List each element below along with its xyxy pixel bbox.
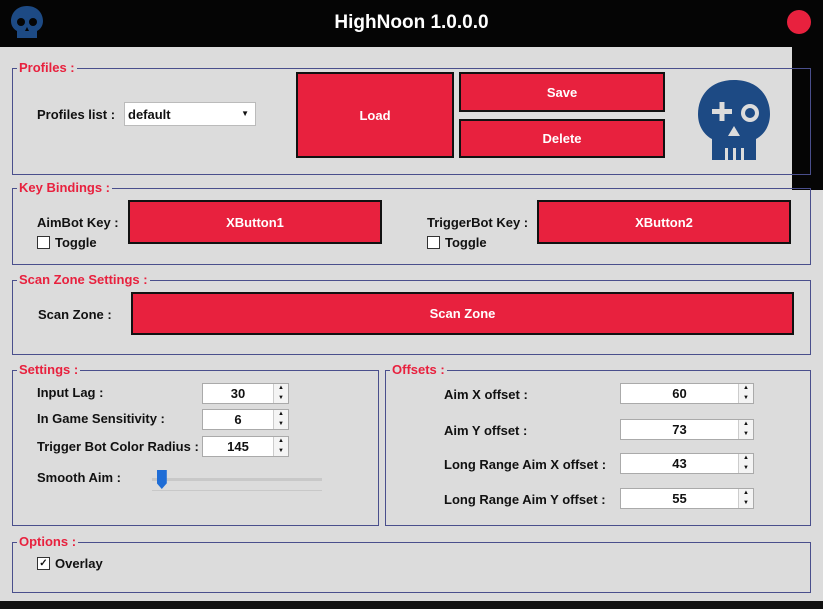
spinner-icon[interactable]: ▲ ▼ [273,410,288,429]
profiles-dropdown[interactable]: default ▼ [124,102,256,126]
options-legend: Options : [17,534,79,549]
checkmark-icon: ✓ [37,557,50,570]
triggerbot-key-label: TriggerBot Key : [427,215,529,230]
spinner-icon[interactable]: ▲ ▼ [273,384,288,403]
long-range-y-offset-value: 55 [672,491,687,506]
spinner-icon[interactable]: ▲ ▼ [273,437,288,456]
settings-legend: Settings : [17,362,81,377]
save-button[interactable]: Save [459,72,665,112]
checkbox-box [37,236,50,249]
sensitivity-label: In Game Sensitivity : [37,411,165,426]
sensitivity-stepper[interactable]: 6 ▲ ▼ [202,409,289,430]
scan-zone-label: Scan Zone : [38,307,112,322]
title-bar: HighNoon 1.0.0.0 [0,0,823,47]
input-lag-value: 30 [230,386,246,401]
long-range-y-offset-stepper[interactable]: 55 ▲ ▼ [620,488,754,509]
long-range-x-offset-value: 43 [672,456,687,471]
aimbot-key-label: AimBot Key : [37,215,119,230]
aim-x-offset-stepper[interactable]: 60 ▲ ▼ [620,383,754,404]
trigger-radius-stepper[interactable]: 145 ▲ ▼ [202,436,289,457]
overlay-label: Overlay [55,556,103,571]
triggerbot-toggle-label: Toggle [445,235,487,250]
trigger-radius-value: 145 [227,439,249,454]
close-icon[interactable] [787,10,811,34]
smooth-aim-slider-ticks [152,490,322,491]
spinner-icon[interactable]: ▲ ▼ [738,489,753,508]
long-range-x-offset-stepper[interactable]: 43 ▲ ▼ [620,453,754,474]
long-range-x-offset-label: Long Range Aim X offset : [444,457,607,472]
spinner-icon[interactable]: ▲ ▼ [738,420,753,439]
aim-x-offset-label: Aim X offset : [444,387,528,402]
key-bindings-legend: Key Bindings : [17,180,113,195]
profiles-legend: Profiles : [17,60,77,75]
aimbot-key-button[interactable]: XButton1 [128,200,382,244]
aimbot-toggle-label: Toggle [55,235,97,250]
delete-button[interactable]: Delete [459,119,665,158]
overlay-checkbox[interactable]: ✓ Overlay [37,556,103,571]
triggerbot-key-button[interactable]: XButton2 [537,200,791,244]
offsets-legend: Offsets : [390,362,447,377]
triggerbot-toggle-checkbox[interactable]: Toggle [427,235,487,250]
skull-icon [698,80,770,160]
aim-y-offset-stepper[interactable]: 73 ▲ ▼ [620,419,754,440]
scan-zone-button[interactable]: Scan Zone [131,292,794,335]
smooth-aim-slider-track[interactable] [152,478,322,481]
chevron-down-icon: ▼ [241,109,249,118]
aim-x-offset-value: 60 [672,386,687,401]
input-lag-label: Input Lag : [37,385,104,400]
bottom-edge [0,601,823,609]
trigger-radius-label: Trigger Bot Color Radius : [37,439,199,454]
checkbox-box [427,236,440,249]
profiles-selected-value: default [128,106,171,122]
aim-y-offset-value: 73 [672,422,687,437]
window-title: HighNoon 1.0.0.0 [334,12,489,33]
smooth-aim-label: Smooth Aim : [37,470,122,485]
load-button[interactable]: Load [296,72,454,158]
spinner-icon[interactable]: ▲ ▼ [738,454,753,473]
long-range-y-offset-label: Long Range Aim Y offset : [444,492,606,507]
aimbot-toggle-checkbox[interactable]: Toggle [37,235,97,250]
options-group: Options : [12,534,811,593]
sensitivity-value: 6 [234,412,242,427]
profiles-list-label: Profiles list : [37,107,116,122]
aim-y-offset-label: Aim Y offset : [444,423,528,438]
input-lag-stepper[interactable]: 30 ▲ ▼ [202,383,289,404]
spinner-icon[interactable]: ▲ ▼ [738,384,753,403]
scan-zone-legend: Scan Zone Settings : [17,272,150,287]
